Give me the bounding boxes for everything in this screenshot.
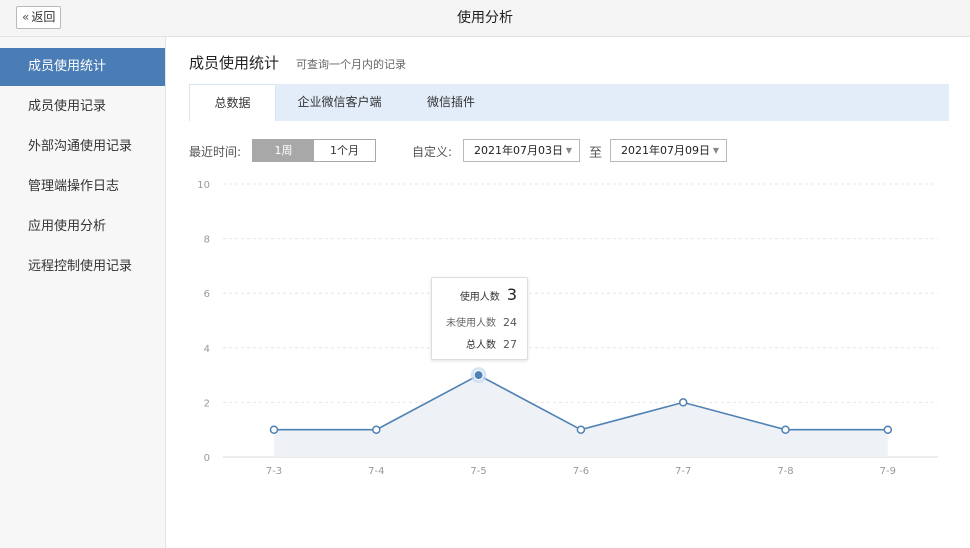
data-point	[883, 425, 893, 434]
sidebar-item-external-comm[interactable]: 外部沟通使用记录	[0, 128, 165, 166]
x-tick-label: 7-7	[675, 466, 691, 477]
range-week-button[interactable]: 1周	[253, 140, 314, 161]
x-tick-label: 7-8	[777, 466, 793, 477]
end-date-select[interactable]: 2021年07月09日 ▼	[610, 139, 727, 162]
tooltip-used-row: 使用人数 3	[460, 285, 517, 304]
sidebar: 成员使用统计 成员使用记录 外部沟通使用记录 管理端操作日志 应用使用分析 远程…	[0, 37, 166, 548]
data-point	[678, 398, 688, 407]
tooltip-used-label: 使用人数	[459, 292, 500, 303]
tab-bar: 总数据 企业微信客户端 微信插件	[189, 84, 949, 121]
x-tick-label: 7-4	[368, 466, 384, 477]
y-tick-label: 0	[204, 453, 210, 464]
x-tick-label: 7-9	[880, 466, 896, 477]
tooltip-total-label: 总人数	[466, 340, 496, 351]
data-point	[269, 425, 279, 434]
data-point	[372, 425, 381, 434]
y-tick-label: 6	[204, 289, 210, 300]
sidebar-item-remote-control[interactable]: 远程控制使用记录	[0, 248, 165, 286]
section-subtitle: 可查询一个月内的记录	[296, 58, 406, 71]
data-point	[473, 370, 484, 381]
recent-time-label: 最近时间:	[189, 145, 242, 159]
range-toggle: 1周 1个月	[252, 139, 376, 162]
y-tick-label: 10	[197, 180, 210, 191]
sidebar-item-member-records[interactable]: 成员使用记录	[0, 88, 165, 126]
to-label: 至	[589, 146, 603, 161]
top-bar: « 返回 使用分析	[0, 0, 970, 37]
tooltip-unused-value: 24	[503, 316, 517, 329]
caret-down-icon: ▼	[565, 146, 572, 155]
data-point	[781, 425, 790, 434]
tab-total-data[interactable]: 总数据	[189, 84, 276, 121]
data-point	[576, 425, 586, 434]
tooltip-used-value: 3	[506, 285, 517, 304]
x-tick-label: 7-6	[573, 466, 589, 477]
start-date-select[interactable]: 2021年07月03日 ▼	[463, 139, 580, 162]
x-tick-label: 7-3	[266, 466, 282, 477]
series-area	[274, 375, 888, 457]
y-tick-label: 8	[204, 235, 210, 246]
y-tick-label: 4	[204, 344, 210, 355]
end-date-value: 2021年07月09日	[621, 144, 710, 157]
start-date-value: 2021年07月03日	[474, 144, 563, 157]
usage-line-chart: 02468107-3 7-4 7-5 7-6 7-7 7-8 7-9	[197, 180, 938, 477]
tooltip-unused-row: 未使用人数 24	[446, 314, 517, 329]
tab-wechat-plugin[interactable]: 微信插件	[413, 84, 489, 121]
chart-tooltip: 使用人数 3 未使用人数 24 总人数 27	[431, 277, 528, 360]
caret-down-icon: ▼	[712, 146, 719, 155]
tab-wecom-client[interactable]: 企业微信客户端	[286, 84, 393, 121]
sidebar-item-admin-log[interactable]: 管理端操作日志	[0, 168, 165, 206]
page-title: 使用分析	[457, 10, 513, 26]
tooltip-total-row: 总人数 27	[466, 336, 517, 351]
custom-range-label: 自定义:	[412, 145, 453, 159]
y-tick-label: 2	[204, 398, 210, 409]
section-title: 成员使用统计	[189, 54, 280, 72]
tooltip-total-value: 27	[503, 338, 517, 351]
sidebar-item-member-stats[interactable]: 成员使用统计	[0, 48, 165, 86]
tooltip-unused-label: 未使用人数	[446, 318, 496, 329]
sidebar-item-app-analysis[interactable]: 应用使用分析	[0, 208, 165, 246]
x-tick-label: 7-5	[470, 466, 486, 477]
range-month-button[interactable]: 1个月	[314, 140, 375, 161]
